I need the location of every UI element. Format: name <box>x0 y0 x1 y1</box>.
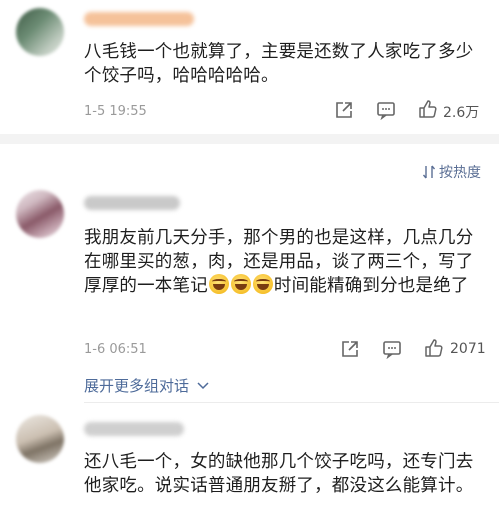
like-count: 2071 <box>450 341 486 357</box>
sort-by-popularity-button[interactable]: 按热度 <box>422 162 481 182</box>
username-blurred[interactable] <box>84 422 184 436</box>
laughing-emoji-icon <box>252 274 273 294</box>
username-blurred[interactable] <box>84 12 194 26</box>
comment-text: 我朋友前几天分手，那个男的也是这样，几点几分在哪里买的葱，肉，还是用品，谈了两三… <box>84 226 484 298</box>
comment-text-part: 时间能精确到分也是绝了 <box>273 276 469 296</box>
like-count: 2.6万 <box>443 105 480 121</box>
laughing-emoji-icon <box>208 274 229 294</box>
avatar[interactable] <box>16 415 64 463</box>
sort-arrows-icon <box>422 165 436 181</box>
laughing-emoji-icon <box>230 274 251 294</box>
comment-text: 还八毛一个，女的缺他那几个饺子吃吗，还专门去他家吃。说实话普通朋友掰了，都没这么… <box>84 452 474 496</box>
expand-conversation-link[interactable]: 展开更多组对话 <box>84 375 209 396</box>
comment-separator <box>84 402 499 403</box>
comment-icon[interactable] <box>376 100 396 120</box>
thumbs-up-icon[interactable] <box>418 99 438 119</box>
comment-timestamp: 1-5 19:55 <box>84 104 147 119</box>
share-icon[interactable] <box>340 339 360 359</box>
expand-label: 展开更多组对话 <box>84 377 190 395</box>
thumbs-up-icon[interactable] <box>424 338 444 358</box>
avatar[interactable] <box>16 8 64 56</box>
username-blurred[interactable] <box>84 196 180 210</box>
comment-timestamp: 1-6 06:51 <box>84 342 147 357</box>
sort-label: 按热度 <box>439 165 481 181</box>
chevron-down-icon <box>194 377 209 395</box>
comment-icon[interactable] <box>382 339 402 359</box>
section-divider <box>0 134 499 144</box>
share-icon[interactable] <box>334 100 354 120</box>
avatar[interactable] <box>16 190 64 238</box>
comment-text: 八毛钱一个也就算了，主要是还数了人家吃了多少个饺子吗，哈哈哈哈哈。 <box>84 42 474 86</box>
